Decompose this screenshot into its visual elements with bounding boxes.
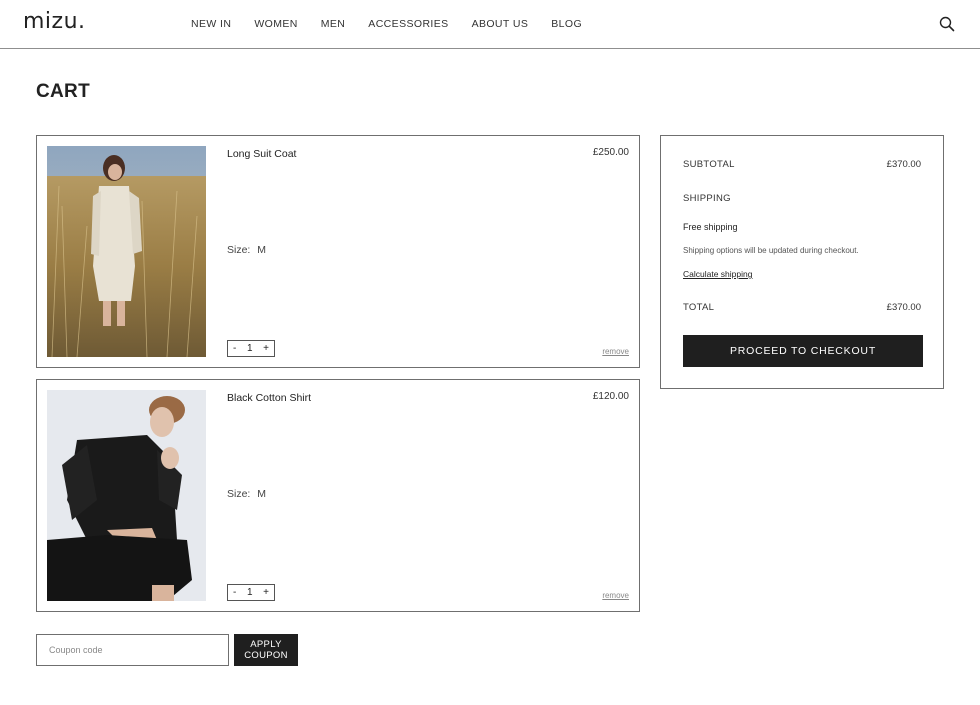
nav-item-women[interactable]: WOMEN	[254, 18, 297, 30]
total-label: TOTAL	[683, 302, 715, 313]
quantity-decrease-button[interactable]: -	[233, 343, 236, 354]
remove-item-link[interactable]: remove	[602, 591, 629, 600]
proceed-to-checkout-button[interactable]: PROCEED TO CHECKOUT	[683, 335, 923, 367]
product-name[interactable]: Black Cotton Shirt	[227, 392, 311, 404]
apply-coupon-button[interactable]: APPLY COUPON	[234, 634, 298, 666]
subtotal-value: £370.00	[886, 159, 921, 170]
free-shipping-option: Free shipping	[683, 222, 738, 232]
site-logo[interactable]: mizu.	[23, 9, 86, 34]
nav-item-new-in[interactable]: NEW IN	[191, 18, 231, 30]
shipping-label: SHIPPING	[683, 193, 731, 204]
product-price: £120.00	[592, 391, 629, 402]
total-value: £370.00	[886, 302, 921, 313]
apply-coupon-label-line1: APPLY	[250, 639, 282, 650]
quantity-value[interactable]: 1	[247, 587, 253, 598]
quantity-decrease-button[interactable]: -	[233, 587, 236, 598]
quantity-value[interactable]: 1	[247, 343, 253, 354]
product-size: Size: M	[227, 488, 266, 500]
cart-item: Black Cotton Shirt £120.00 Size: M - 1 +…	[36, 379, 640, 612]
product-price: £250.00	[592, 147, 629, 158]
site-header: mizu. NEW IN WOMEN MEN ACCESSORIES ABOUT…	[0, 0, 980, 49]
size-value: M	[257, 488, 267, 500]
size-label: Size:	[227, 244, 251, 256]
nav-item-men[interactable]: MEN	[321, 18, 346, 30]
apply-coupon-label-line2: COUPON	[244, 650, 288, 661]
shipping-note: Shipping options will be updated during …	[683, 246, 859, 255]
product-image-long-suit-coat[interactable]	[47, 146, 206, 357]
quantity-increase-button[interactable]: +	[263, 587, 269, 598]
cart-item: Long Suit Coat £250.00 Size: M - 1 + rem…	[36, 135, 640, 368]
search-icon[interactable]	[938, 15, 956, 33]
nav-item-accessories[interactable]: ACCESSORIES	[368, 18, 448, 30]
product-image-black-cotton-shirt[interactable]	[47, 390, 206, 601]
product-name[interactable]: Long Suit Coat	[227, 148, 296, 160]
product-size: Size: M	[227, 244, 266, 256]
order-summary: SUBTOTAL £370.00 SHIPPING Free shipping …	[660, 135, 944, 389]
quantity-increase-button[interactable]: +	[263, 343, 269, 354]
page-title: CART	[36, 81, 90, 102]
main-nav: NEW IN WOMEN MEN ACCESSORIES ABOUT US BL…	[191, 18, 605, 30]
nav-item-blog[interactable]: BLOG	[551, 18, 582, 30]
nav-item-about-us[interactable]: ABOUT US	[472, 18, 529, 30]
remove-item-link[interactable]: remove	[602, 347, 629, 356]
quantity-stepper: - 1 +	[227, 340, 275, 357]
size-label: Size:	[227, 488, 251, 500]
coupon-code-input[interactable]	[36, 634, 229, 666]
size-value: M	[257, 244, 267, 256]
subtotal-label: SUBTOTAL	[683, 159, 735, 170]
quantity-stepper: - 1 +	[227, 584, 275, 601]
calculate-shipping-link[interactable]: Calculate shipping	[683, 269, 752, 279]
